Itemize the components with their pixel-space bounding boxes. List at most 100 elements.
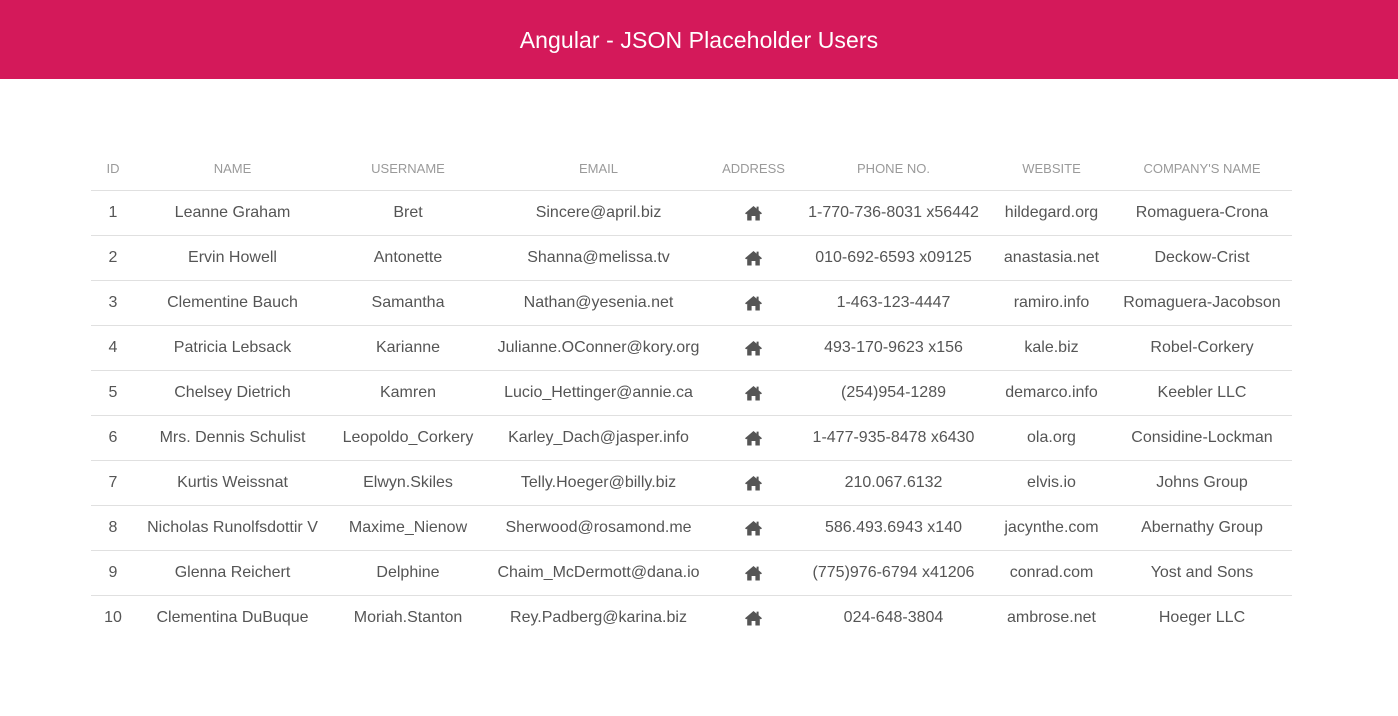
cell-email: Nathan@yesenia.net xyxy=(486,280,711,326)
cell-name: Leanne Graham xyxy=(135,190,330,236)
cell-website: hildegard.org xyxy=(991,190,1112,236)
cell-website: kale.biz xyxy=(991,325,1112,371)
cell-id: 10 xyxy=(104,609,122,626)
cell-company: Abernathy Group xyxy=(1112,505,1292,551)
table-row: 6 Mrs. Dennis Schulist Leopoldo_Corkery Kar… xyxy=(91,415,1292,461)
column-header-phone[interactable]: PHONE NO. xyxy=(796,147,991,191)
cell-name: Mrs. Dennis Schulist xyxy=(135,415,330,461)
home-icon[interactable] xyxy=(744,385,763,401)
column-header-username[interactable]: USERNAME xyxy=(330,147,486,191)
home-icon[interactable] xyxy=(744,340,763,356)
cell-phone: (254)954-1289 xyxy=(796,370,991,416)
cell-website: conrad.com xyxy=(991,550,1112,596)
cell-company: Deckow-Crist xyxy=(1112,235,1292,281)
cell-email: Rey.Padberg@karina.biz xyxy=(510,609,687,626)
cell-name: Patricia Lebsack xyxy=(135,325,330,371)
column-header-name[interactable]: NAME xyxy=(135,147,330,191)
cell-id: 3 xyxy=(91,280,135,326)
table-row: 10 Clementina DuBuque Moriah.Stanton Rey.Pa… xyxy=(91,596,1292,641)
cell-id: 8 xyxy=(91,505,135,551)
cell-company: Yost and Sons xyxy=(1112,550,1292,596)
cell-website: jacynthe.com xyxy=(991,505,1112,551)
home-icon[interactable] xyxy=(744,520,763,536)
cell-username: Delphine xyxy=(330,550,486,596)
cell-address xyxy=(711,460,796,506)
page-title: Angular - JSON Placeholder Users xyxy=(519,27,879,53)
cell-username: Kamren xyxy=(330,370,486,416)
header-row: ID NAME USERNAME EMAIL ADDRESS PHONE NO.… xyxy=(91,147,1292,191)
home-icon[interactable] xyxy=(744,430,763,446)
cell-phone: 586.493.6943 x140 xyxy=(796,505,991,551)
cell-website: ramiro.info xyxy=(991,280,1112,326)
cell-username: Bret xyxy=(330,190,486,236)
cell-username: Elwyn.Skiles xyxy=(330,460,486,506)
cell-email: Sherwood@rosamond.me xyxy=(486,505,711,551)
home-icon[interactable] xyxy=(744,295,763,311)
column-header-website[interactable]: WEBSITE xyxy=(991,147,1112,191)
cell-address xyxy=(711,280,796,326)
cell-phone: 024-648-3804 xyxy=(843,609,944,626)
cell-address xyxy=(711,190,796,236)
cell-company: Johns Group xyxy=(1112,460,1292,506)
home-icon[interactable] xyxy=(744,205,763,221)
table-row: 2 Ervin Howell Antonette Shanna@melissa.tv 0… xyxy=(91,235,1292,281)
cell-name: Clementine Bauch xyxy=(135,280,330,326)
cell-username: Moriah.Stanton xyxy=(353,609,463,626)
cell-email: Telly.Hoeger@billy.biz xyxy=(486,460,711,506)
table-row: 5 Chelsey Dietrich Kamren Lucio_Hettinger@a… xyxy=(91,370,1292,416)
cell-email: Shanna@melissa.tv xyxy=(486,235,711,281)
app-header: Angular - JSON Placeholder Users xyxy=(0,0,1398,79)
cell-address xyxy=(711,235,796,281)
home-icon[interactable] xyxy=(744,250,763,266)
column-header-email[interactable]: EMAIL xyxy=(486,147,711,191)
cell-username: Antonette xyxy=(330,235,486,281)
users-table-container: ID NAME USERNAME EMAIL ADDRESS PHONE NO.… xyxy=(91,147,1292,640)
cell-name: Clementina DuBuque xyxy=(156,609,309,626)
cell-phone: (775)976-6794 x41206 xyxy=(796,550,991,596)
cell-address xyxy=(711,596,796,641)
column-header-company[interactable]: COMPANY'S NAME xyxy=(1112,147,1292,191)
cell-name: Nicholas Runolfsdottir V xyxy=(135,505,330,551)
table-row: 8 Nicholas Runolfsdottir V Maxime_Nienow Sh… xyxy=(91,505,1292,551)
cell-website: elvis.io xyxy=(991,460,1112,506)
table-row: 7 Kurtis Weissnat Elwyn.Skiles Telly.Hoeger… xyxy=(91,460,1292,506)
cell-company: Robel-Corkery xyxy=(1112,325,1292,371)
cell-username: Samantha xyxy=(330,280,486,326)
cell-id: 5 xyxy=(91,370,135,416)
cell-name: Kurtis Weissnat xyxy=(135,460,330,506)
cell-address xyxy=(711,325,796,371)
table-row: 9 Glenna Reichert Delphine Chaim_McDermott@… xyxy=(91,550,1292,596)
cell-id: 7 xyxy=(91,460,135,506)
cell-email: Chaim_McDermott@dana.io xyxy=(486,550,711,596)
cell-email: Lucio_Hettinger@annie.ca xyxy=(486,370,711,416)
home-icon[interactable] xyxy=(744,610,763,626)
cell-website: demarco.info xyxy=(991,370,1112,416)
cell-email: Karley_Dach@jasper.info xyxy=(486,415,711,461)
column-header-id[interactable]: ID xyxy=(91,147,135,191)
table-row: 1 Leanne Graham Bret Sincere@april.biz 1-770… xyxy=(91,190,1292,236)
cell-company: Keebler LLC xyxy=(1112,370,1292,416)
cell-company: Hoeger LLC xyxy=(1158,609,1246,626)
cell-id: 6 xyxy=(91,415,135,461)
cell-name: Ervin Howell xyxy=(135,235,330,281)
cell-company: Romaguera-Jacobson xyxy=(1112,280,1292,326)
cell-email: Sincere@april.biz xyxy=(486,190,711,236)
cell-website: ola.org xyxy=(991,415,1112,461)
table-body: 1 Leanne Graham Bret Sincere@april.biz 1-770… xyxy=(91,190,1292,641)
cell-address xyxy=(711,415,796,461)
table-header: ID NAME USERNAME EMAIL ADDRESS PHONE NO.… xyxy=(91,147,1292,191)
cell-id: 1 xyxy=(91,190,135,236)
table-row: 4 Patricia Lebsack Karianne Julianne.OConne… xyxy=(91,325,1292,371)
cell-phone: 010-692-6593 x09125 xyxy=(796,235,991,281)
home-icon[interactable] xyxy=(744,475,763,491)
cell-phone: 1-477-935-8478 x6430 xyxy=(796,415,991,461)
users-table: ID NAME USERNAME EMAIL ADDRESS PHONE NO.… xyxy=(91,147,1292,640)
table-row: 3 Clementine Bauch Samantha Nathan@yesenia.… xyxy=(91,280,1292,326)
cell-name: Chelsey Dietrich xyxy=(135,370,330,416)
cell-address xyxy=(711,505,796,551)
home-icon[interactable] xyxy=(744,565,763,581)
column-header-address[interactable]: ADDRESS xyxy=(711,147,796,191)
cell-phone: 1-463-123-4447 xyxy=(796,280,991,326)
cell-company: Romaguera-Crona xyxy=(1112,190,1292,236)
cell-phone: 1-770-736-8031 x56442 xyxy=(796,190,991,236)
